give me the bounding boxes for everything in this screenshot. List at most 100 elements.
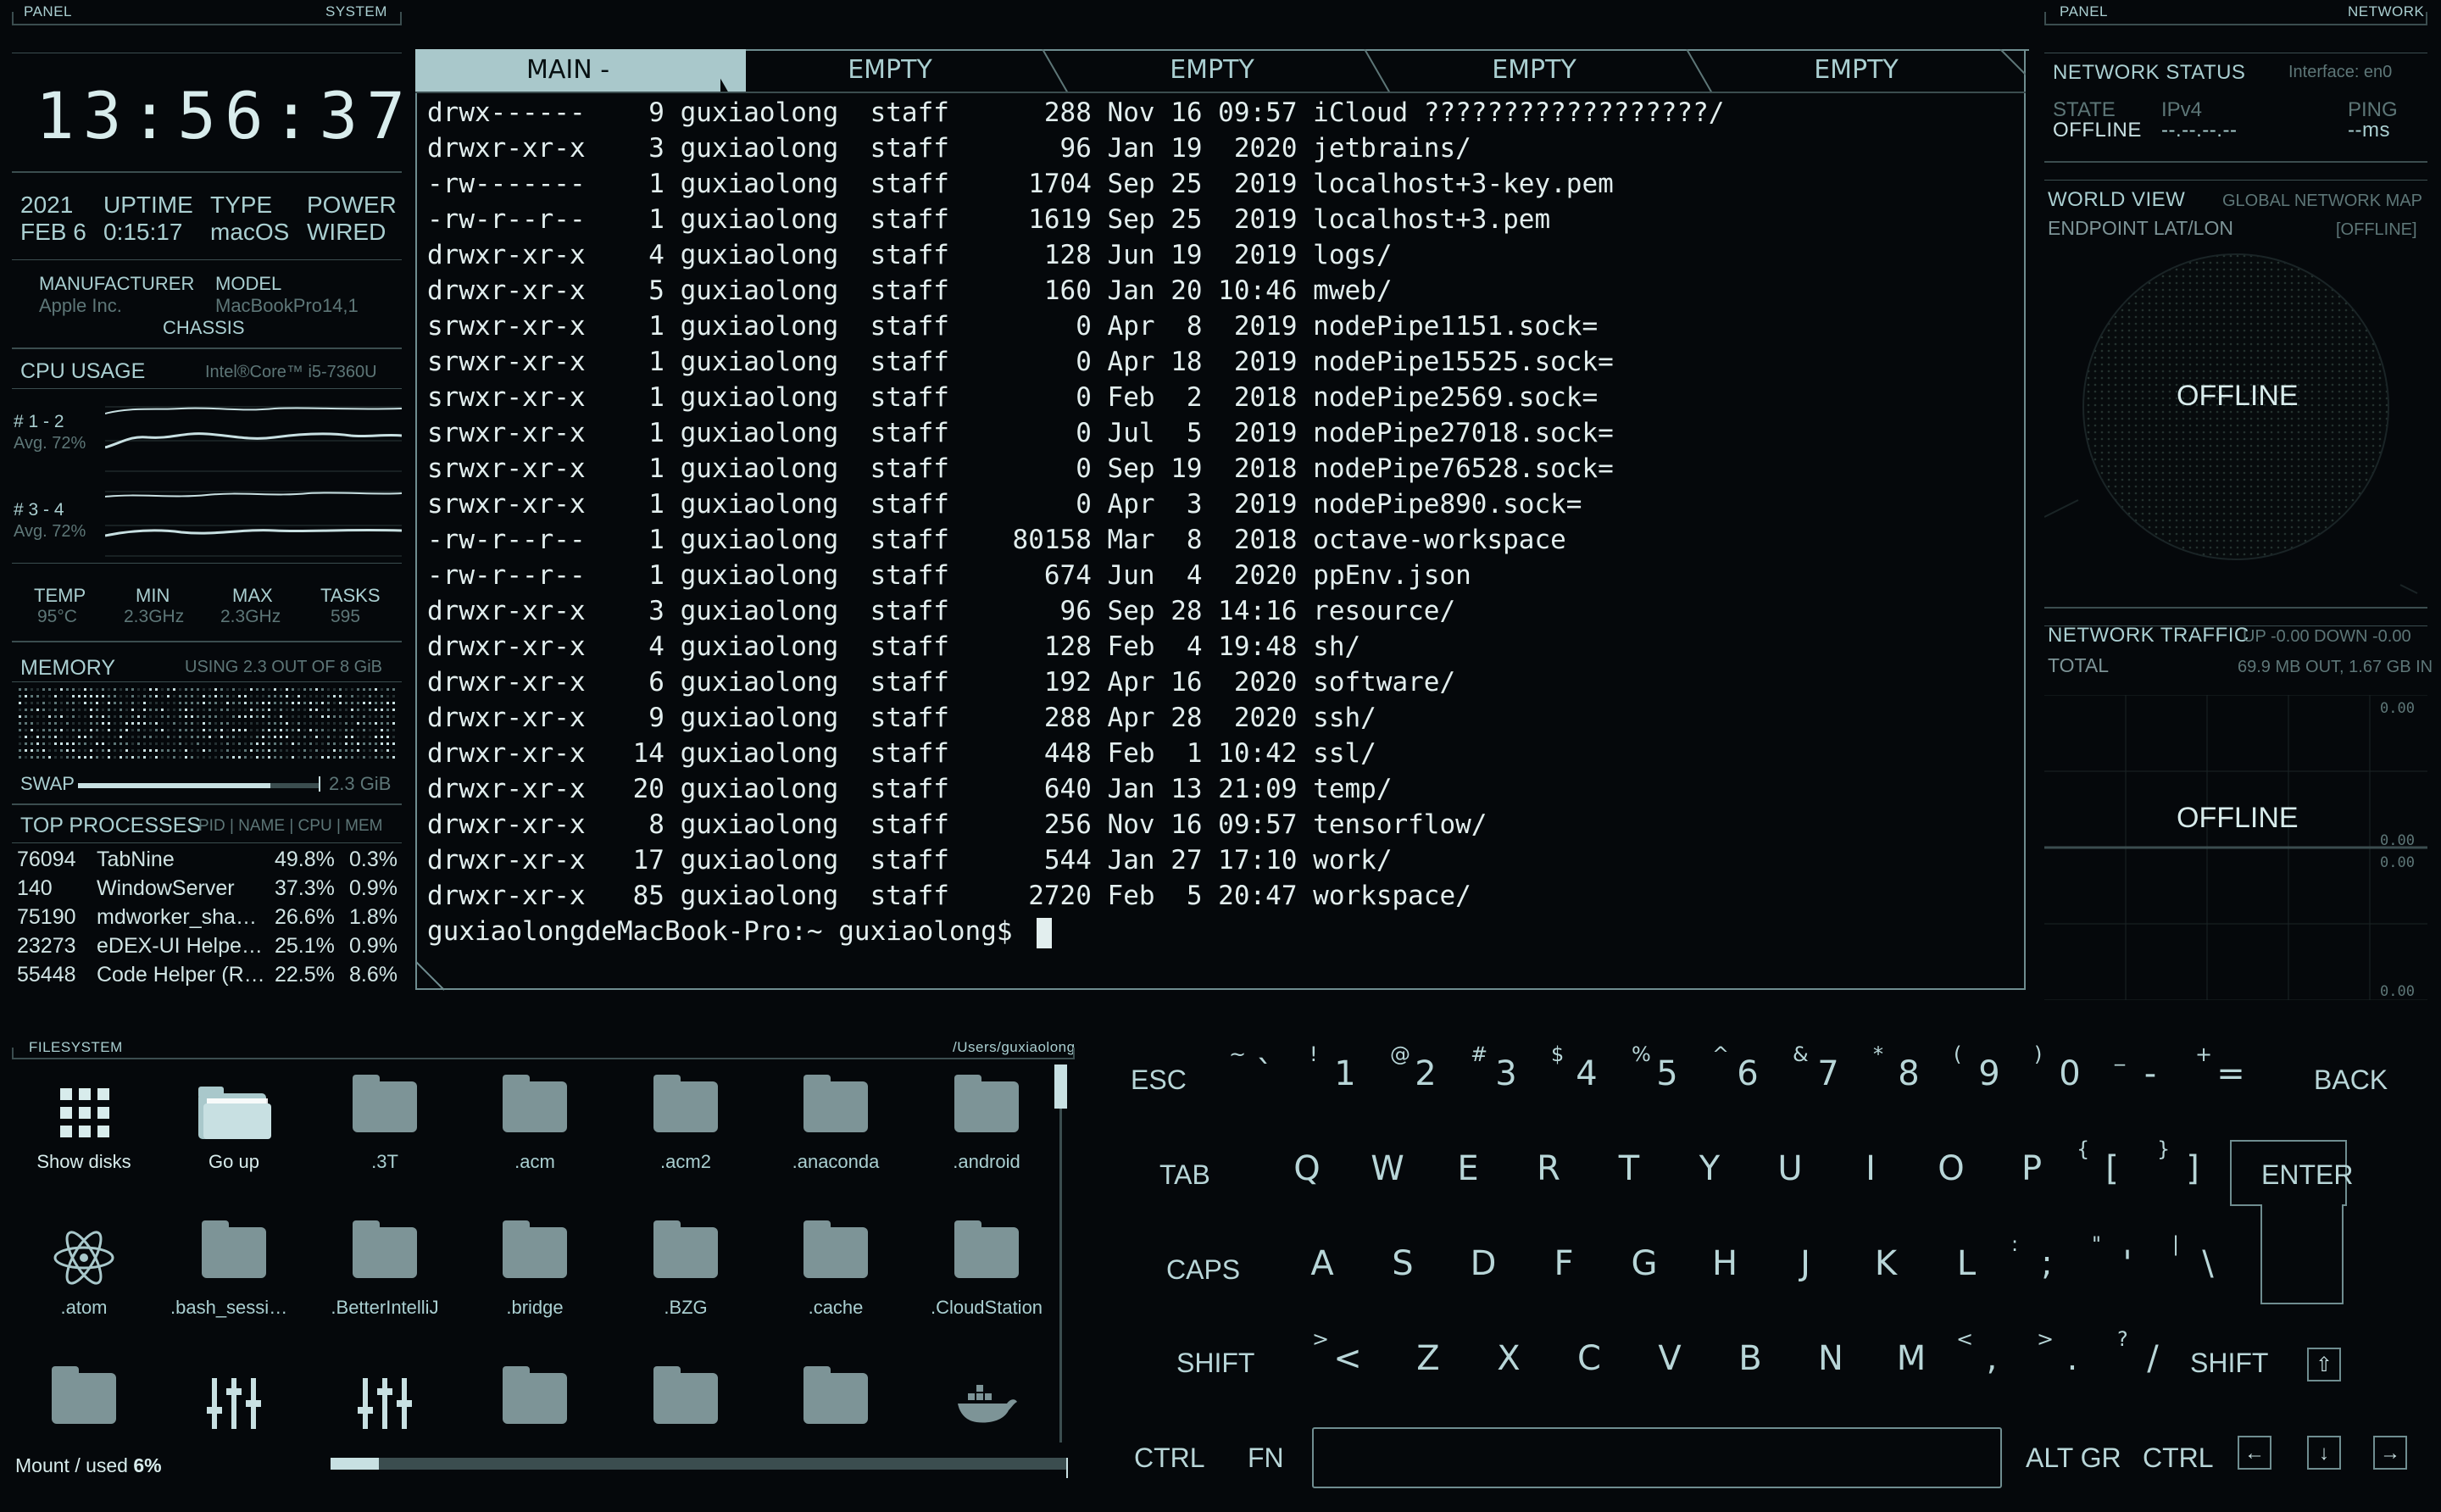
key-;[interactable]: :; xyxy=(2011,1232,2072,1283)
key-K[interactable]: K xyxy=(1860,1244,1911,1283)
filesystem-scrollbar-thumb[interactable] xyxy=(1054,1065,1067,1109)
key--[interactable]: _ - xyxy=(2115,1042,2176,1093)
fs-item[interactable]: .bridge xyxy=(471,1220,598,1319)
fs-item[interactable] xyxy=(170,1370,297,1443)
globe-map[interactable] xyxy=(2044,246,2427,602)
key-backspace[interactable]: BACK xyxy=(2314,1065,2388,1096)
key-B[interactable]: B xyxy=(1725,1339,1776,1378)
fs-item[interactable] xyxy=(471,1366,598,1443)
key-3[interactable]: #3 xyxy=(1471,1042,1532,1093)
key-C[interactable]: C xyxy=(1564,1339,1615,1378)
key-ctrl-right[interactable]: CTRL xyxy=(2143,1443,2214,1474)
fs-item[interactable] xyxy=(321,1370,448,1443)
key-ctrl-left[interactable]: CTRL xyxy=(1134,1443,1205,1474)
key-.[interactable]: >. xyxy=(2037,1327,2098,1378)
process-row[interactable]: 76094 TabNine 49.8% 0.3% xyxy=(17,848,402,876)
fs-item[interactable]: .anaconda xyxy=(772,1075,899,1173)
terminal-output[interactable]: drwx------ 9 guxiaolong staff 288 Nov 16… xyxy=(427,95,1724,949)
key-shift-left[interactable]: SHIFT xyxy=(1176,1348,1254,1379)
key-P[interactable]: P xyxy=(2006,1149,2057,1188)
fs-item[interactable]: .bash_sessio… xyxy=(170,1220,297,1319)
terminal-prompt[interactable]: guxiaolongdeMacBook-Pro:~ guxiaolong$ xyxy=(427,914,1724,949)
key-D[interactable]: D xyxy=(1458,1244,1509,1283)
process-row[interactable]: 55448 Code Helper (R… 22.5% 8.6% xyxy=(17,963,402,992)
key-5[interactable]: % 5 xyxy=(1632,1042,1693,1093)
process-row[interactable]: 140 WindowServer 37.3% 0.9% xyxy=(17,876,402,905)
key-7[interactable]: & 7 xyxy=(1793,1042,1854,1093)
process-row[interactable]: 75190 mdworker_sha… 26.6% 1.8% xyxy=(17,905,402,934)
fs-item[interactable]: Go up xyxy=(170,1078,297,1173)
key-Q[interactable]: Q xyxy=(1282,1149,1332,1188)
key-shift-right[interactable]: SHIFT xyxy=(2190,1348,2268,1379)
key-'[interactable]: " ' xyxy=(2092,1232,2153,1283)
fs-item[interactable]: .cache xyxy=(772,1220,899,1319)
key-][interactable]: }] xyxy=(2157,1137,2218,1188)
fs-item[interactable] xyxy=(20,1366,147,1443)
key-fn[interactable]: FN xyxy=(1248,1443,1284,1474)
key-V[interactable]: V xyxy=(1644,1339,1695,1378)
process-row[interactable]: 23273 eDEX-UI Helpe… 25.1% 0.9% xyxy=(17,934,402,963)
key-=[interactable]: + = xyxy=(2195,1042,2256,1093)
key-2[interactable]: @2 xyxy=(1390,1042,1451,1093)
key-J[interactable]: J xyxy=(1780,1244,1831,1283)
key-R[interactable]: R xyxy=(1523,1149,1574,1188)
folder-icon xyxy=(622,1220,749,1292)
key-F[interactable]: F xyxy=(1538,1244,1589,1283)
key-0[interactable]: ) 0 xyxy=(2034,1042,2095,1093)
key-[[interactable]: {[ xyxy=(2077,1137,2138,1188)
key-esc[interactable]: ESC xyxy=(1131,1065,1187,1096)
key-A[interactable]: A xyxy=(1297,1244,1348,1283)
key-8[interactable]: * 8 xyxy=(1873,1042,1934,1093)
key-I[interactable]: I xyxy=(1845,1149,1896,1188)
key-arrow-down[interactable]: ↓ xyxy=(2307,1436,2341,1470)
fs-item[interactable]: .android xyxy=(923,1075,1050,1173)
key-Z[interactable]: Z xyxy=(1403,1339,1454,1378)
key-M[interactable]: M xyxy=(1886,1339,1937,1378)
key-1[interactable]: ! 1 xyxy=(1309,1042,1371,1093)
key-,[interactable]: <, xyxy=(1956,1327,2017,1378)
key-space[interactable] xyxy=(1312,1427,2002,1488)
fs-item[interactable]: .CloudStation xyxy=(923,1220,1050,1319)
key-O[interactable]: O xyxy=(1926,1149,1977,1188)
terminal-line: srwxr-xr-x 1 guxiaolong staff 0 Sep 19 2… xyxy=(427,453,1614,484)
fs-item[interactable]: .3T xyxy=(321,1075,448,1173)
key-arrow-up[interactable]: ⇧ xyxy=(2307,1348,2341,1381)
key-arrow-left[interactable]: ← xyxy=(2238,1436,2271,1470)
filesystem-scrollbar[interactable] xyxy=(1054,1065,1067,1443)
key-`[interactable]: ~ ` xyxy=(1229,1042,1290,1093)
key-6[interactable]: ^ 6 xyxy=(1712,1042,1773,1093)
key-N[interactable]: N xyxy=(1805,1339,1856,1378)
fs-item[interactable]: .BetterIntelliJ xyxy=(321,1220,448,1319)
key-4[interactable]: $4 xyxy=(1551,1042,1612,1093)
terminal-cursor xyxy=(1037,917,1053,948)
key-E[interactable]: E xyxy=(1443,1149,1493,1188)
key-/[interactable]: ? / xyxy=(2117,1327,2178,1378)
key-W[interactable]: W xyxy=(1362,1149,1413,1188)
key-arrow-right[interactable]: → xyxy=(2373,1436,2407,1470)
key-L[interactable]: L xyxy=(1941,1244,1992,1283)
fs-item[interactable] xyxy=(622,1366,749,1443)
top-processes-columns: PID | NAME | CPU | MEM xyxy=(198,817,383,835)
key-<[interactable]: > < xyxy=(1312,1327,1373,1378)
key-9[interactable]: (9 xyxy=(1954,1042,2015,1093)
key-X[interactable]: X xyxy=(1483,1339,1534,1378)
fs-item[interactable] xyxy=(772,1366,899,1443)
fs-item[interactable]: .atom xyxy=(20,1224,147,1319)
fs-item[interactable]: Show disks xyxy=(20,1078,147,1173)
key-tab[interactable]: TAB xyxy=(1159,1159,1210,1191)
key-Y[interactable]: Y xyxy=(1684,1149,1735,1188)
key-caps[interactable]: CAPS xyxy=(1166,1254,1240,1286)
key-U[interactable]: U xyxy=(1765,1149,1815,1188)
fs-item[interactable]: .acm2 xyxy=(622,1075,749,1173)
key-enter[interactable]: ENTER xyxy=(2261,1159,2353,1191)
fs-item[interactable]: .BZG xyxy=(622,1220,749,1319)
fs-item[interactable] xyxy=(923,1370,1050,1443)
key-H[interactable]: H xyxy=(1699,1244,1750,1283)
fs-item[interactable]: .acm xyxy=(471,1075,598,1173)
key-\[interactable]: | \ xyxy=(2172,1232,2233,1283)
key-G[interactable]: G xyxy=(1619,1244,1670,1283)
key-altgr[interactable]: ALT GR xyxy=(2026,1443,2121,1474)
key-T[interactable]: T xyxy=(1604,1149,1654,1188)
endpoint-value: [OFFLINE] xyxy=(2336,220,2417,239)
key-S[interactable]: S xyxy=(1377,1244,1428,1283)
